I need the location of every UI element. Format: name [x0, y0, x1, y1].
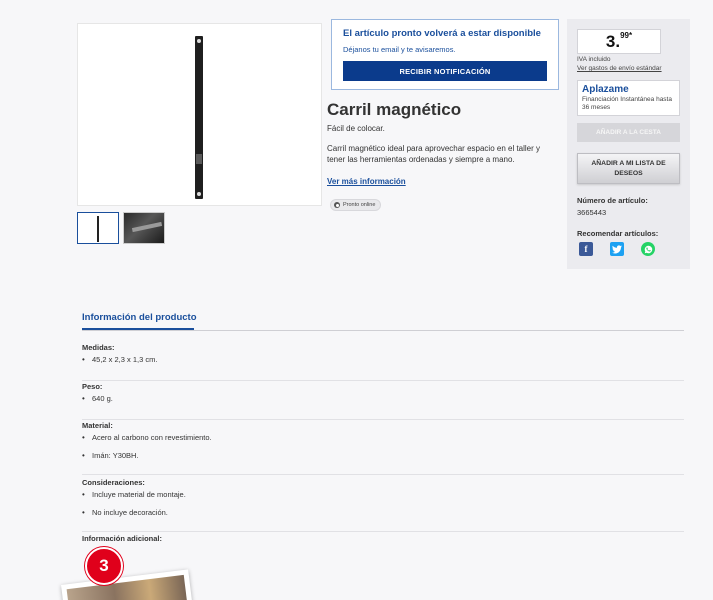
article-number: 3665443 — [577, 208, 607, 217]
recommend-label: Recomendar artículos: — [577, 229, 659, 238]
list-item: Acero al carbono con revestimiento. — [82, 433, 684, 442]
divider — [82, 531, 684, 532]
spec-section-material: Material: Acero al carbono con revestimi… — [82, 421, 684, 469]
article-number-label: Número de artículo: — [577, 196, 648, 205]
promo-photo — [61, 569, 193, 600]
tax-note: IVA incluido — [577, 56, 611, 63]
product-description: Carril magnético ideal para aprovechar e… — [327, 144, 540, 164]
aplazame-financing[interactable]: Aplazame Financiación Instantánea hasta … — [577, 80, 680, 116]
magnetic-rail-image — [195, 36, 203, 199]
list-item: Imán: Y30BH. — [82, 451, 684, 460]
buy-box: 3.99* IVA incluido Ver gastos de envío e… — [567, 19, 690, 269]
add-to-cart-button[interactable]: AÑADIR A LA CESTA — [577, 123, 680, 142]
image-thumbnails — [77, 212, 165, 244]
price: 3.99* — [605, 30, 633, 51]
thumbnail-2[interactable] — [123, 212, 165, 244]
product-main-image[interactable] — [77, 23, 322, 206]
divider — [82, 419, 684, 420]
list-item: No incluye decoración. — [82, 508, 684, 517]
aplazame-info: Financiación Instantánea hasta 36 meses — [582, 96, 672, 111]
price-box: 3.99* — [577, 29, 661, 54]
whatsapp-icon[interactable] — [641, 242, 655, 256]
product-title: Carril magnético — [327, 100, 462, 119]
spec-section-weight: Peso: 640 g. — [82, 382, 684, 412]
spec-section-additional: Información adicional: — [82, 534, 163, 543]
divider — [82, 474, 684, 475]
notify-button[interactable]: RECIBIR NOTIFICACIÓN — [343, 61, 547, 81]
warranty-badge: 3 — [85, 547, 123, 585]
restock-notification-box: El artículo pronto volverá a estar dispo… — [331, 19, 559, 90]
availability-label: Pronto online — [343, 202, 376, 208]
shipping-link[interactable]: Ver gastos de envío estándar — [577, 65, 662, 72]
divider — [82, 380, 684, 381]
list-item: 45,2 x 2,3 x 1,3 cm. — [82, 355, 684, 364]
availability-pill: Pronto online — [330, 199, 382, 211]
notify-subtitle: Déjanos tu email y te avisaremos. — [343, 45, 456, 54]
twitter-icon[interactable] — [610, 242, 624, 256]
facebook-icon[interactable]: f — [579, 242, 593, 256]
list-item: Incluye material de montaje. — [82, 490, 684, 499]
more-info-link[interactable]: Ver más información — [327, 177, 406, 186]
add-to-wishlist-button[interactable]: AÑADIR A MI LISTA DE DESEOS — [577, 153, 680, 184]
spec-section-measures: Medidas: 45,2 x 2,3 x 1,3 cm. — [82, 343, 684, 373]
thumbnail-1[interactable] — [77, 212, 119, 244]
tab-product-info[interactable]: Información del producto — [82, 312, 197, 323]
product-subtitle: Fácil de colocar. — [327, 124, 385, 133]
notify-title: El artículo pronto volverá a estar dispo… — [343, 28, 541, 39]
list-item: 640 g. — [82, 394, 684, 403]
aplazame-logo: Aplazame — [582, 84, 629, 95]
tab-divider — [82, 330, 684, 331]
info-icon — [334, 202, 340, 208]
spec-section-considerations: Consideraciones: Incluye material de mon… — [82, 478, 684, 526]
